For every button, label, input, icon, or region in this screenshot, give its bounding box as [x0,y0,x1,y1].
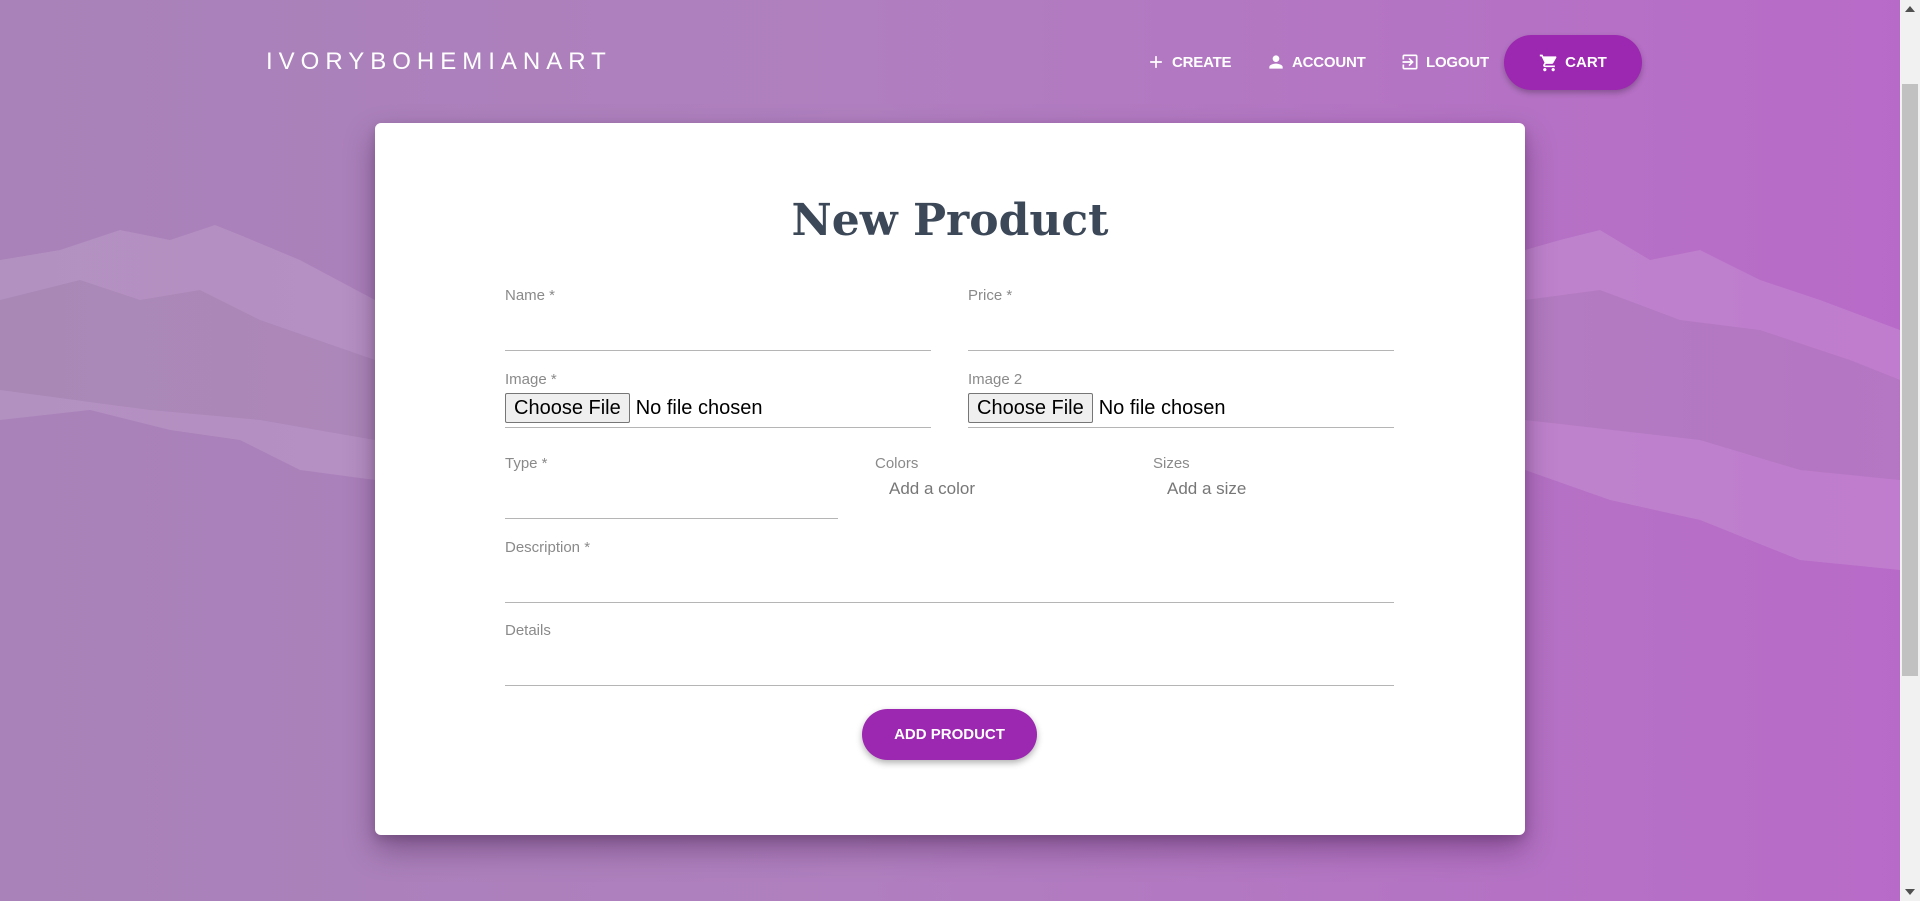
page-scrollbar[interactable] [1900,0,1920,901]
logout-icon [1402,54,1418,70]
name-field[interactable]: Name * [505,287,931,351]
image2-file-status: No file chosen [1098,396,1226,419]
image2-field: Image 2 Choose File No file chosen [968,371,1394,428]
shopping-cart-icon [1539,54,1557,71]
image2-label: Image 2 [968,371,1023,388]
sizes-label: Sizes [1153,455,1190,472]
colors-label: Colors [875,455,919,472]
navbar: IVORYBOHEMIANART CREATE ACCOUNT LOGOUT C… [0,0,1900,124]
image-field: Image * Choose File No file chosen [505,371,931,428]
page-title: New Product [791,195,1109,246]
cart-button[interactable]: CART [1504,35,1642,90]
details-underline [505,685,1394,686]
name-label: Name * [505,287,556,304]
scroll-down-arrow-icon[interactable] [1905,889,1915,895]
image-underline [505,427,931,428]
nav-create-label: CREATE [1172,53,1232,71]
type-underline [505,518,838,519]
nav-logout-link[interactable]: LOGOUT [1400,50,1489,74]
scroll-thumb[interactable] [1902,84,1918,676]
colors-chip-input[interactable]: Add a color [889,479,975,499]
description-underline [505,602,1394,603]
sizes-field: Sizes Add a size [1153,455,1393,505]
description-label: Description * [505,539,591,556]
image2-choose-file-button[interactable]: Choose File [968,393,1093,423]
price-field[interactable]: Price * [968,287,1394,351]
image2-underline [968,427,1394,428]
details-field[interactable]: Details [505,622,1394,686]
image2-file-input[interactable]: Choose File No file chosen [968,393,1225,423]
scroll-up-arrow-icon[interactable] [1905,6,1915,12]
brand-logo[interactable]: IVORYBOHEMIANART [266,48,612,76]
name-underline [505,350,931,351]
image-file-input[interactable]: Choose File No file chosen [505,393,762,423]
sizes-chip-input[interactable]: Add a size [1167,479,1246,499]
image-label: Image * [505,371,557,388]
new-product-card: New Product Name * Price * Image * Choos… [375,123,1525,835]
add-product-button[interactable]: ADD PRODUCT [862,709,1037,760]
cart-label: CART [1565,54,1607,71]
image-choose-file-button[interactable]: Choose File [505,393,630,423]
type-field[interactable]: Type * [505,455,838,519]
person-icon [1269,55,1283,69]
nav-create-link[interactable]: CREATE [1146,50,1232,74]
nav-account-link[interactable]: ACCOUNT [1266,50,1366,74]
image-file-status: No file chosen [635,396,763,419]
price-label: Price * [968,287,1013,304]
nav-logout-label: LOGOUT [1426,53,1489,71]
colors-field: Colors Add a color [875,455,1115,505]
nav-account-label: ACCOUNT [1292,53,1366,71]
plus-icon [1150,56,1162,68]
price-underline [968,350,1394,351]
details-label: Details [505,622,551,639]
description-field[interactable]: Description * [505,539,1394,603]
type-label: Type * [505,455,548,472]
